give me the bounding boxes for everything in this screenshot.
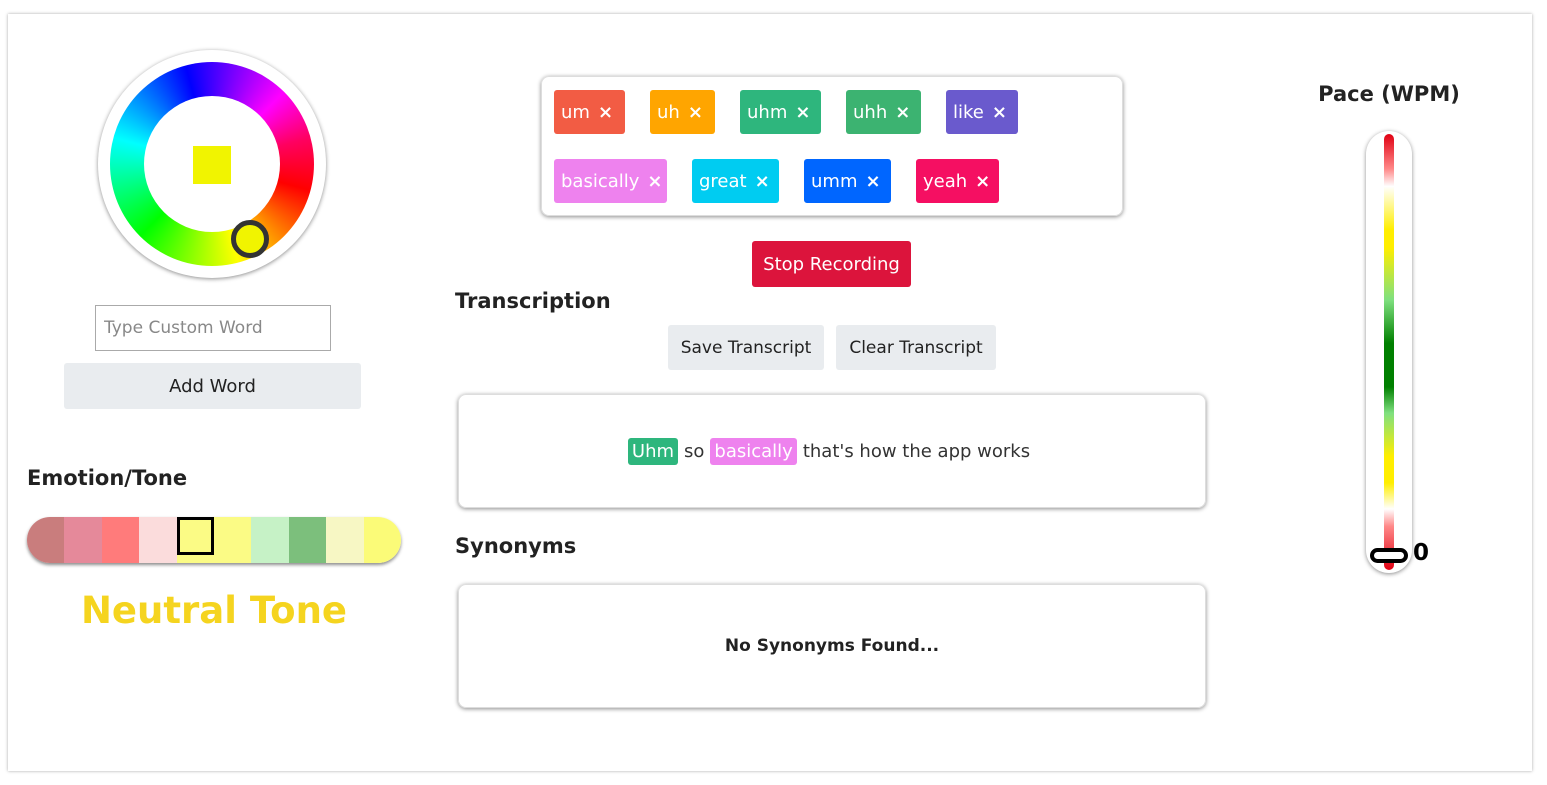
remove-tag-icon[interactable]: × <box>975 171 990 192</box>
synonyms-panel: No Synonyms Found... <box>458 584 1206 708</box>
filler-tag-label: yeah <box>923 170 968 192</box>
transcript-filler-word: basically <box>710 437 797 465</box>
emotion-segment[interactable] <box>326 517 364 563</box>
filler-tag-label: uhm <box>747 101 788 123</box>
save-transcript-button[interactable]: Save Transcript <box>668 325 824 370</box>
emotion-tone-selector[interactable] <box>176 517 214 555</box>
emotion-segment[interactable] <box>139 517 177 563</box>
filler-tag-umm: umm × <box>804 159 891 203</box>
pace-value: 0 <box>1413 540 1430 566</box>
filler-tag-uh: uh × <box>650 90 715 134</box>
remove-tag-icon[interactable]: × <box>795 102 810 123</box>
emotion-tone-label: Emotion/Tone <box>27 466 188 490</box>
color-wheel-handle[interactable] <box>231 220 269 258</box>
transcript-panel: Uhm so basically that's how the app work… <box>458 394 1206 508</box>
emotion-segment[interactable] <box>27 517 65 563</box>
filler-tag-yeah: yeah × <box>916 159 999 203</box>
filler-tag-label: basically <box>561 170 640 192</box>
remove-tag-icon[interactable]: × <box>647 171 662 192</box>
pace-gauge <box>1366 131 1412 573</box>
remove-tag-icon[interactable]: × <box>865 171 880 192</box>
pace-gauge-indicator <box>1370 548 1408 563</box>
emotion-tone-bar[interactable] <box>27 517 401 563</box>
synonyms-empty-text: No Synonyms Found... <box>724 636 940 656</box>
remove-tag-icon[interactable]: × <box>755 171 770 192</box>
transcript-text: so <box>684 440 705 462</box>
stop-recording-button[interactable]: Stop Recording <box>752 241 911 287</box>
emotion-segment[interactable] <box>101 517 140 563</box>
clear-transcript-button[interactable]: Clear Transcript <box>836 325 996 370</box>
filler-tag-great: great × <box>692 159 779 203</box>
filler-tag-like: like × <box>946 90 1018 134</box>
remove-tag-icon[interactable]: × <box>688 102 703 123</box>
transcription-heading: Transcription <box>455 289 611 313</box>
synonyms-heading: Synonyms <box>455 534 577 558</box>
custom-word-input[interactable] <box>95 305 331 351</box>
filler-tag-uhh: uhh × <box>846 90 921 134</box>
transcript-text: that's how the app works <box>802 440 1031 462</box>
transcript-filler-word: Uhm <box>627 437 679 465</box>
add-word-button[interactable]: Add Word <box>64 363 361 409</box>
filler-tag-basically: basically × <box>554 159 667 203</box>
remove-tag-icon[interactable]: × <box>992 102 1007 123</box>
filler-tag-label: um <box>561 101 590 123</box>
filler-tag-um: um × <box>554 90 625 134</box>
filler-tag-label: like <box>953 101 984 123</box>
remove-tag-icon[interactable]: × <box>598 102 613 123</box>
filler-tag-label: umm <box>811 170 858 192</box>
pace-gauge-track <box>1384 134 1394 570</box>
pace-title: Pace (WPM) <box>1318 82 1460 106</box>
color-wheel[interactable] <box>67 19 357 309</box>
filler-tag-label: uhh <box>853 101 888 123</box>
tone-result-text: Neutral Tone <box>80 589 348 632</box>
emotion-segment[interactable] <box>214 517 252 563</box>
emotion-segment[interactable] <box>64 517 102 563</box>
filler-words-box: um × uh × uhm × uhh × like × basically ×… <box>541 76 1123 216</box>
emotion-segment[interactable] <box>288 517 327 563</box>
remove-tag-icon[interactable]: × <box>895 102 910 123</box>
filler-tag-label: uh <box>657 101 680 123</box>
filler-tag-uhm: uhm × <box>740 90 821 134</box>
filler-tag-label: great <box>699 170 747 192</box>
emotion-segment[interactable] <box>251 517 289 563</box>
selected-color-swatch <box>193 146 231 184</box>
